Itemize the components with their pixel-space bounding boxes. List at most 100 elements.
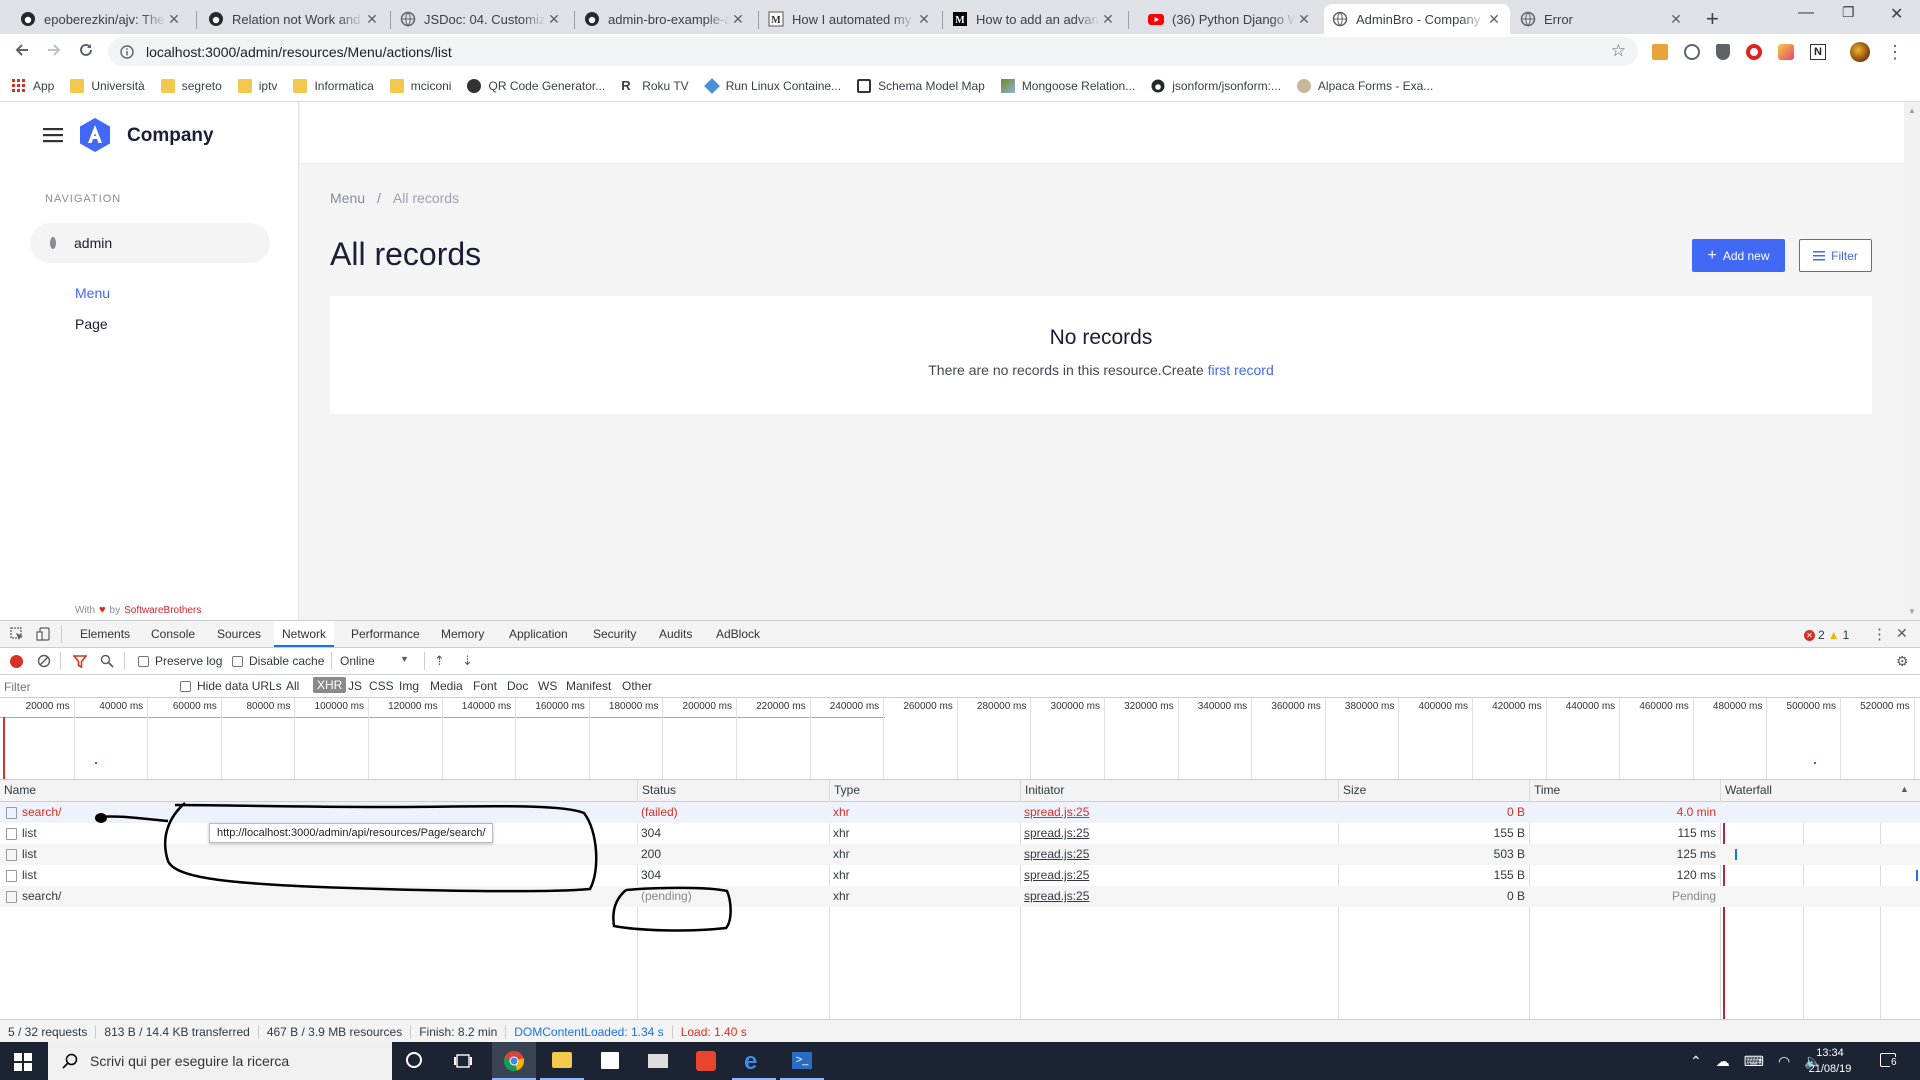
notifications-button[interactable]: 6 (1880, 1051, 1900, 1071)
first-record-link[interactable]: first record (1208, 362, 1274, 378)
status-load: Load: 1.40 s (680, 1024, 747, 1039)
brand-name[interactable]: Company (127, 125, 214, 147)
menu-kebab-icon[interactable]: ⋮ (1886, 43, 1904, 61)
cortana-icon[interactable] (406, 1052, 422, 1068)
tab-title: Error (1544, 11, 1573, 27)
close-window-button[interactable]: ✕ (1890, 4, 1903, 24)
empty-message: There are no records in this resource.Cr… (330, 362, 1872, 378)
taskbar-search-box[interactable]: Scrivi qui per eseguire la ricerca (48, 1042, 392, 1080)
close-tab-icon[interactable]: ✕ (916, 11, 932, 28)
bookmark-item[interactable]: Alpaca Forms - Exa... (1296, 78, 1433, 93)
sidebar-item-page[interactable]: Page (75, 316, 108, 332)
schema-icon (857, 78, 872, 93)
annotation-circle-pending (612, 886, 732, 932)
address-bar[interactable]: localhost:3000/admin/resources/Menu/acti… (108, 37, 1638, 66)
close-tab-icon[interactable]: ✕ (730, 11, 746, 28)
filter-button[interactable]: Filter (1799, 239, 1872, 272)
back-icon[interactable] (12, 40, 32, 60)
taskbar-app-powershell[interactable]: >_ (780, 1042, 824, 1080)
annotation-circle-tooltip (163, 802, 598, 893)
bookmark-item[interactable]: Informatica (293, 78, 374, 93)
reload-icon[interactable] (76, 40, 96, 60)
taskbar-app-mail[interactable] (636, 1042, 680, 1080)
browser-tab-active[interactable]: AdminBro - Company ✕ (1324, 4, 1510, 34)
extension-icon[interactable] (1778, 44, 1794, 60)
bookmark-item[interactable]: segreto (160, 78, 222, 93)
close-tab-icon[interactable]: ✕ (364, 11, 380, 28)
logo-icon[interactable] (76, 116, 114, 154)
browser-tab[interactable]: M How I automated my jo ✕ (760, 4, 940, 34)
browser-tab[interactable]: Error ✕ (1512, 4, 1692, 34)
close-tab-icon[interactable]: ✕ (166, 11, 182, 28)
info-icon[interactable] (120, 44, 134, 59)
footer-brand-link[interactable]: SoftwareBrothers (124, 605, 201, 616)
bookmark-item[interactable]: Run Linux Containe... (703, 77, 841, 94)
language-icon[interactable]: ⌨ (1744, 1053, 1764, 1070)
status-transferred: 813 B / 14.4 KB transferred (96, 1024, 259, 1039)
breadcrumb-root[interactable]: Menu (330, 190, 365, 206)
bookmark-item[interactable]: mciconi (389, 78, 451, 93)
bookmark-item[interactable]: Università (70, 78, 145, 93)
taskbar-app-chrome[interactable] (492, 1042, 536, 1080)
forward-icon[interactable] (44, 40, 64, 60)
bookmark-item[interactable]: App (12, 78, 54, 93)
nav-group-admin[interactable]: admin (30, 223, 270, 263)
close-tab-icon[interactable]: ✕ (1100, 11, 1116, 28)
add-new-button[interactable]: + Add new (1692, 239, 1785, 272)
taskbar-app-store[interactable] (588, 1042, 632, 1080)
browser-tab[interactable]: JSDoc: 04. Customize re ✕ (392, 4, 570, 34)
close-tab-icon[interactable]: ✕ (1486, 11, 1502, 28)
extension-icon[interactable] (1652, 44, 1668, 60)
youtube-icon (1148, 11, 1164, 27)
bookmark-item[interactable]: R Roku TV (621, 78, 688, 93)
browser-tab[interactable]: epoberezkin/ajv: The fas ✕ (12, 4, 190, 34)
url-text[interactable]: localhost:3000/admin/resources/Menu/acti… (146, 44, 452, 60)
hamburger-icon[interactable] (43, 127, 63, 143)
globe-icon (1520, 11, 1536, 27)
taskbar-app-photos[interactable] (684, 1042, 728, 1080)
new-tab-button[interactable]: + (1706, 6, 1719, 32)
browser-tab[interactable]: admin-bro-example-ap ✕ (576, 4, 754, 34)
cloud-icon[interactable]: ☁ (1716, 1053, 1730, 1070)
tab-title: JSDoc: 04. Customize re (424, 11, 546, 27)
close-tab-icon[interactable]: ✕ (1296, 11, 1312, 28)
page-scrollbar[interactable]: ▲ ▼ (1904, 102, 1920, 620)
shield-icon[interactable] (1716, 44, 1730, 60)
folder-icon (293, 78, 308, 93)
bookmark-item[interactable]: Schema Model Map (857, 78, 985, 93)
chevron-up-icon[interactable]: ⌃ (1690, 1053, 1702, 1070)
bookmarks-bar: App Università segreto iptv Informatica … (0, 70, 1920, 102)
close-tab-icon[interactable]: ✕ (546, 11, 562, 28)
heart-icon: ♥ (99, 604, 106, 616)
clock[interactable]: 13:34 21/08/19 (1800, 1045, 1860, 1077)
avatar[interactable] (1850, 42, 1870, 62)
maximize-window-button[interactable]: ❐ (1842, 4, 1855, 21)
extension-icon[interactable] (1684, 44, 1700, 60)
devtools-panel: Elements Console Sources Network Perform… (0, 620, 1920, 1043)
browser-tab[interactable]: (36) Python Django We ✕ (1140, 4, 1320, 34)
store-bag-icon (601, 1052, 619, 1069)
close-tab-icon[interactable]: ✕ (1668, 11, 1684, 28)
browser-tab[interactable]: M How to add an advanc ✕ (944, 4, 1124, 34)
browser-tab[interactable]: Relation not Work and n ✕ (200, 4, 388, 34)
extension-icon[interactable]: N (1810, 44, 1826, 60)
bookmark-item[interactable]: iptv (237, 78, 277, 93)
bookmark-item[interactable]: jsonform/jsonform:... (1151, 79, 1281, 93)
bookmark-label: Schema Model Map (878, 78, 985, 93)
filter-lines-icon (1813, 250, 1826, 261)
opera-icon[interactable] (1746, 44, 1762, 60)
bookmark-item[interactable]: QR Code Generator... (467, 78, 605, 93)
github-icon (584, 11, 600, 27)
database-icon (50, 237, 56, 249)
taskbar-app-edge[interactable]: e (732, 1042, 776, 1080)
wifi-icon[interactable]: ◠ (1778, 1053, 1790, 1070)
minimize-window-button[interactable]: — (1798, 4, 1814, 22)
bookmark-item[interactable]: Mongoose Relation... (1000, 78, 1135, 93)
github-icon (1151, 79, 1165, 93)
breadcrumb-current[interactable]: All records (393, 190, 459, 206)
task-view-icon[interactable] (454, 1052, 472, 1070)
windows-start-icon[interactable] (14, 1053, 32, 1071)
bookmark-star-icon[interactable]: ☆ (1611, 41, 1626, 61)
sidebar-item-menu[interactable]: Menu (75, 285, 110, 301)
taskbar-app-explorer[interactable] (540, 1042, 584, 1080)
